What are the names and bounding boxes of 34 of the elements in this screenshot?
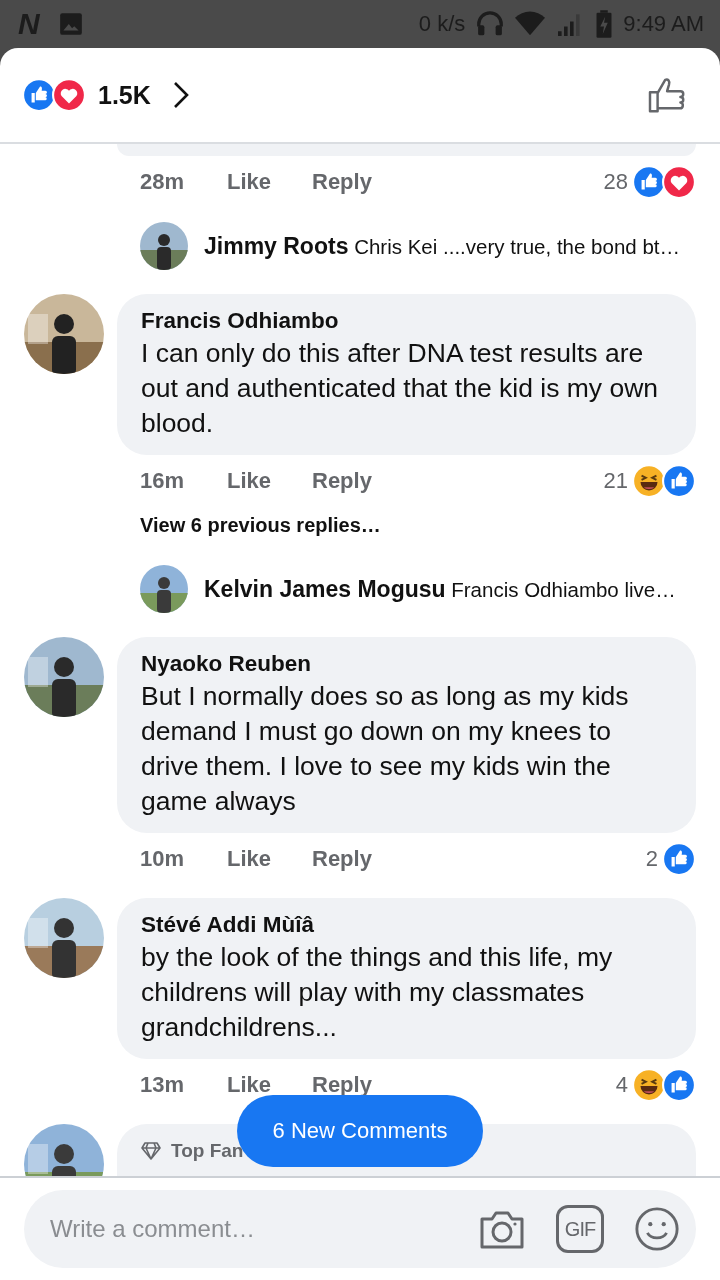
chevron-icon: [172, 81, 189, 109]
comment-time: 10m: [140, 846, 186, 872]
comment-time: 13m: [140, 1072, 186, 1098]
commenter-name[interactable]: Francis Odhiambo: [141, 306, 672, 336]
reaction-count: 2: [645, 846, 658, 872]
gif-button[interactable]: GIF: [556, 1205, 604, 1253]
reaction-count: 28: [603, 169, 628, 195]
comment-time: 16m: [140, 468, 186, 494]
comment-text: But I normally does so as long as my kids demand I must go down on my knees to drive them. I love to see my kids win the game always: [141, 680, 630, 818]
reaction-count: 21: [603, 468, 628, 494]
diamond-icon: [141, 1142, 161, 1160]
wifi-icon: [515, 11, 546, 37]
commenter-name[interactable]: Stévé Addi Mùîâ: [141, 910, 672, 940]
commenter-name[interactable]: Nyaoko Reuben: [141, 649, 672, 679]
image-icon: [57, 11, 84, 37]
reply-link[interactable]: Reply: [312, 169, 372, 195]
like-link[interactable]: Like: [227, 169, 312, 195]
like-link[interactable]: Like: [227, 1072, 312, 1098]
reply-link[interactable]: Reply: [312, 468, 372, 494]
emoji-icon[interactable]: [634, 1206, 680, 1252]
reactions-summary-button[interactable]: 1.5K: [22, 78, 189, 112]
comment-input[interactable]: Write a comment… GIF: [24, 1190, 696, 1268]
view-previous-replies-link[interactable]: View 6 previous replies…: [140, 513, 381, 537]
battery-charging-icon: [595, 9, 614, 39]
comment-time: 28m: [140, 169, 186, 195]
comment-text: I can only do this after DNA test results are out and authenticated that the kid is my own blood.: [141, 337, 660, 440]
reaction-count: 4: [615, 1072, 628, 1098]
reply-link[interactable]: Reply: [312, 1072, 372, 1098]
reply-preview[interactable]: Kelvin James Mogusu Francis Odhiambo live…: [204, 575, 676, 603]
like-link[interactable]: Like: [227, 468, 312, 494]
reply-link[interactable]: Reply: [312, 846, 372, 872]
reply-preview[interactable]: Jimmy Roots Chris Kei ....very true, the bond bt…: [204, 232, 680, 260]
comment-text: by the look of the things and this life, my childrens will play with my classmates grandchildrens...: [141, 941, 614, 1044]
like-link[interactable]: Like: [227, 846, 312, 872]
